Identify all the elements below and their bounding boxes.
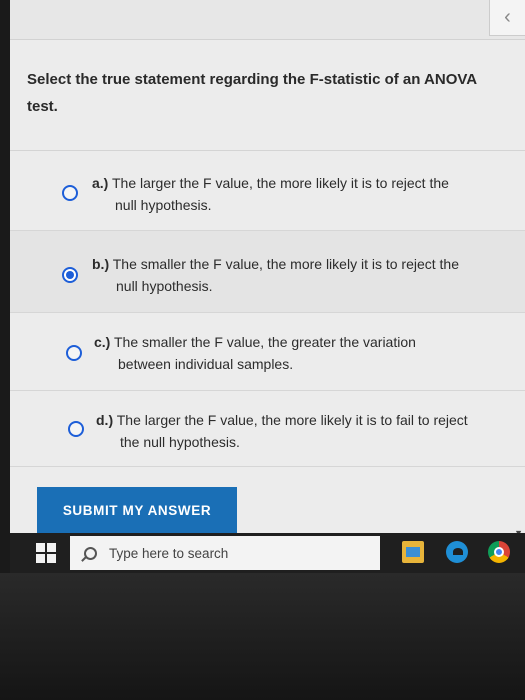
screen-edge <box>0 0 10 580</box>
answer-option-d[interactable]: d.) The larger the F value, the more lik… <box>10 391 525 467</box>
monitor-bottom-bezel <box>0 573 525 700</box>
taskbar-search-box[interactable]: Type here to search <box>70 536 380 570</box>
option-c-line1: The smaller the F value, the greater the… <box>113 334 416 350</box>
option-d-line2: the null hypothesis. <box>120 434 240 450</box>
file-explorer-icon[interactable] <box>402 541 424 563</box>
option-d-text: d.) The larger the F value, the more lik… <box>96 409 516 453</box>
search-icon <box>84 546 97 560</box>
option-c-prefix: c.) <box>94 334 111 350</box>
question-line-2: test. <box>27 98 58 115</box>
option-a-prefix: a.) <box>92 175 109 191</box>
option-b-line1: The smaller the F value, the more likely… <box>112 256 459 272</box>
question-text: Select the true statement regarding the … <box>27 66 497 120</box>
question-line-1: Select the true statement regarding the … <box>27 71 478 88</box>
chrome-icon[interactable] <box>488 541 510 563</box>
answer-option-b[interactable]: b.) The smaller the F value, the more li… <box>10 231 525 313</box>
radio-button-a[interactable] <box>62 185 78 201</box>
radio-button-b[interactable] <box>62 267 78 283</box>
windows-start-icon[interactable] <box>36 543 56 563</box>
option-b-line2: null hypothesis. <box>116 278 213 294</box>
browser-screen: ‹ Select the true statement regarding th… <box>10 0 525 580</box>
windows-taskbar: Type here to search <box>10 533 525 573</box>
submit-answer-button[interactable]: SUBMIT MY ANSWER <box>37 487 237 533</box>
search-placeholder: Type here to search <box>109 545 229 561</box>
option-d-prefix: d.) <box>96 412 114 428</box>
answer-option-a[interactable]: a.) The larger the F value, the more lik… <box>10 151 525 231</box>
option-c-text: c.) The smaller the F value, the greater… <box>94 331 514 375</box>
option-a-line2: null hypothesis. <box>115 197 212 213</box>
radio-button-d[interactable] <box>68 421 84 437</box>
radio-button-c[interactable] <box>66 345 82 361</box>
edge-icon[interactable] <box>446 541 468 563</box>
option-a-text: a.) The larger the F value, the more lik… <box>92 172 512 216</box>
chevron-left-icon[interactable]: ‹ <box>489 0 525 36</box>
answer-option-c[interactable]: c.) The smaller the F value, the greater… <box>10 313 525 391</box>
option-b-text: b.) The smaller the F value, the more li… <box>92 253 517 297</box>
option-b-prefix: b.) <box>92 256 110 272</box>
option-c-line2: between individual samples. <box>118 356 294 372</box>
top-bar: ‹ <box>10 0 525 40</box>
option-d-line1: The larger the F value, the more likely … <box>116 412 468 428</box>
option-a-line1: The larger the F value, the more likely … <box>111 175 449 191</box>
